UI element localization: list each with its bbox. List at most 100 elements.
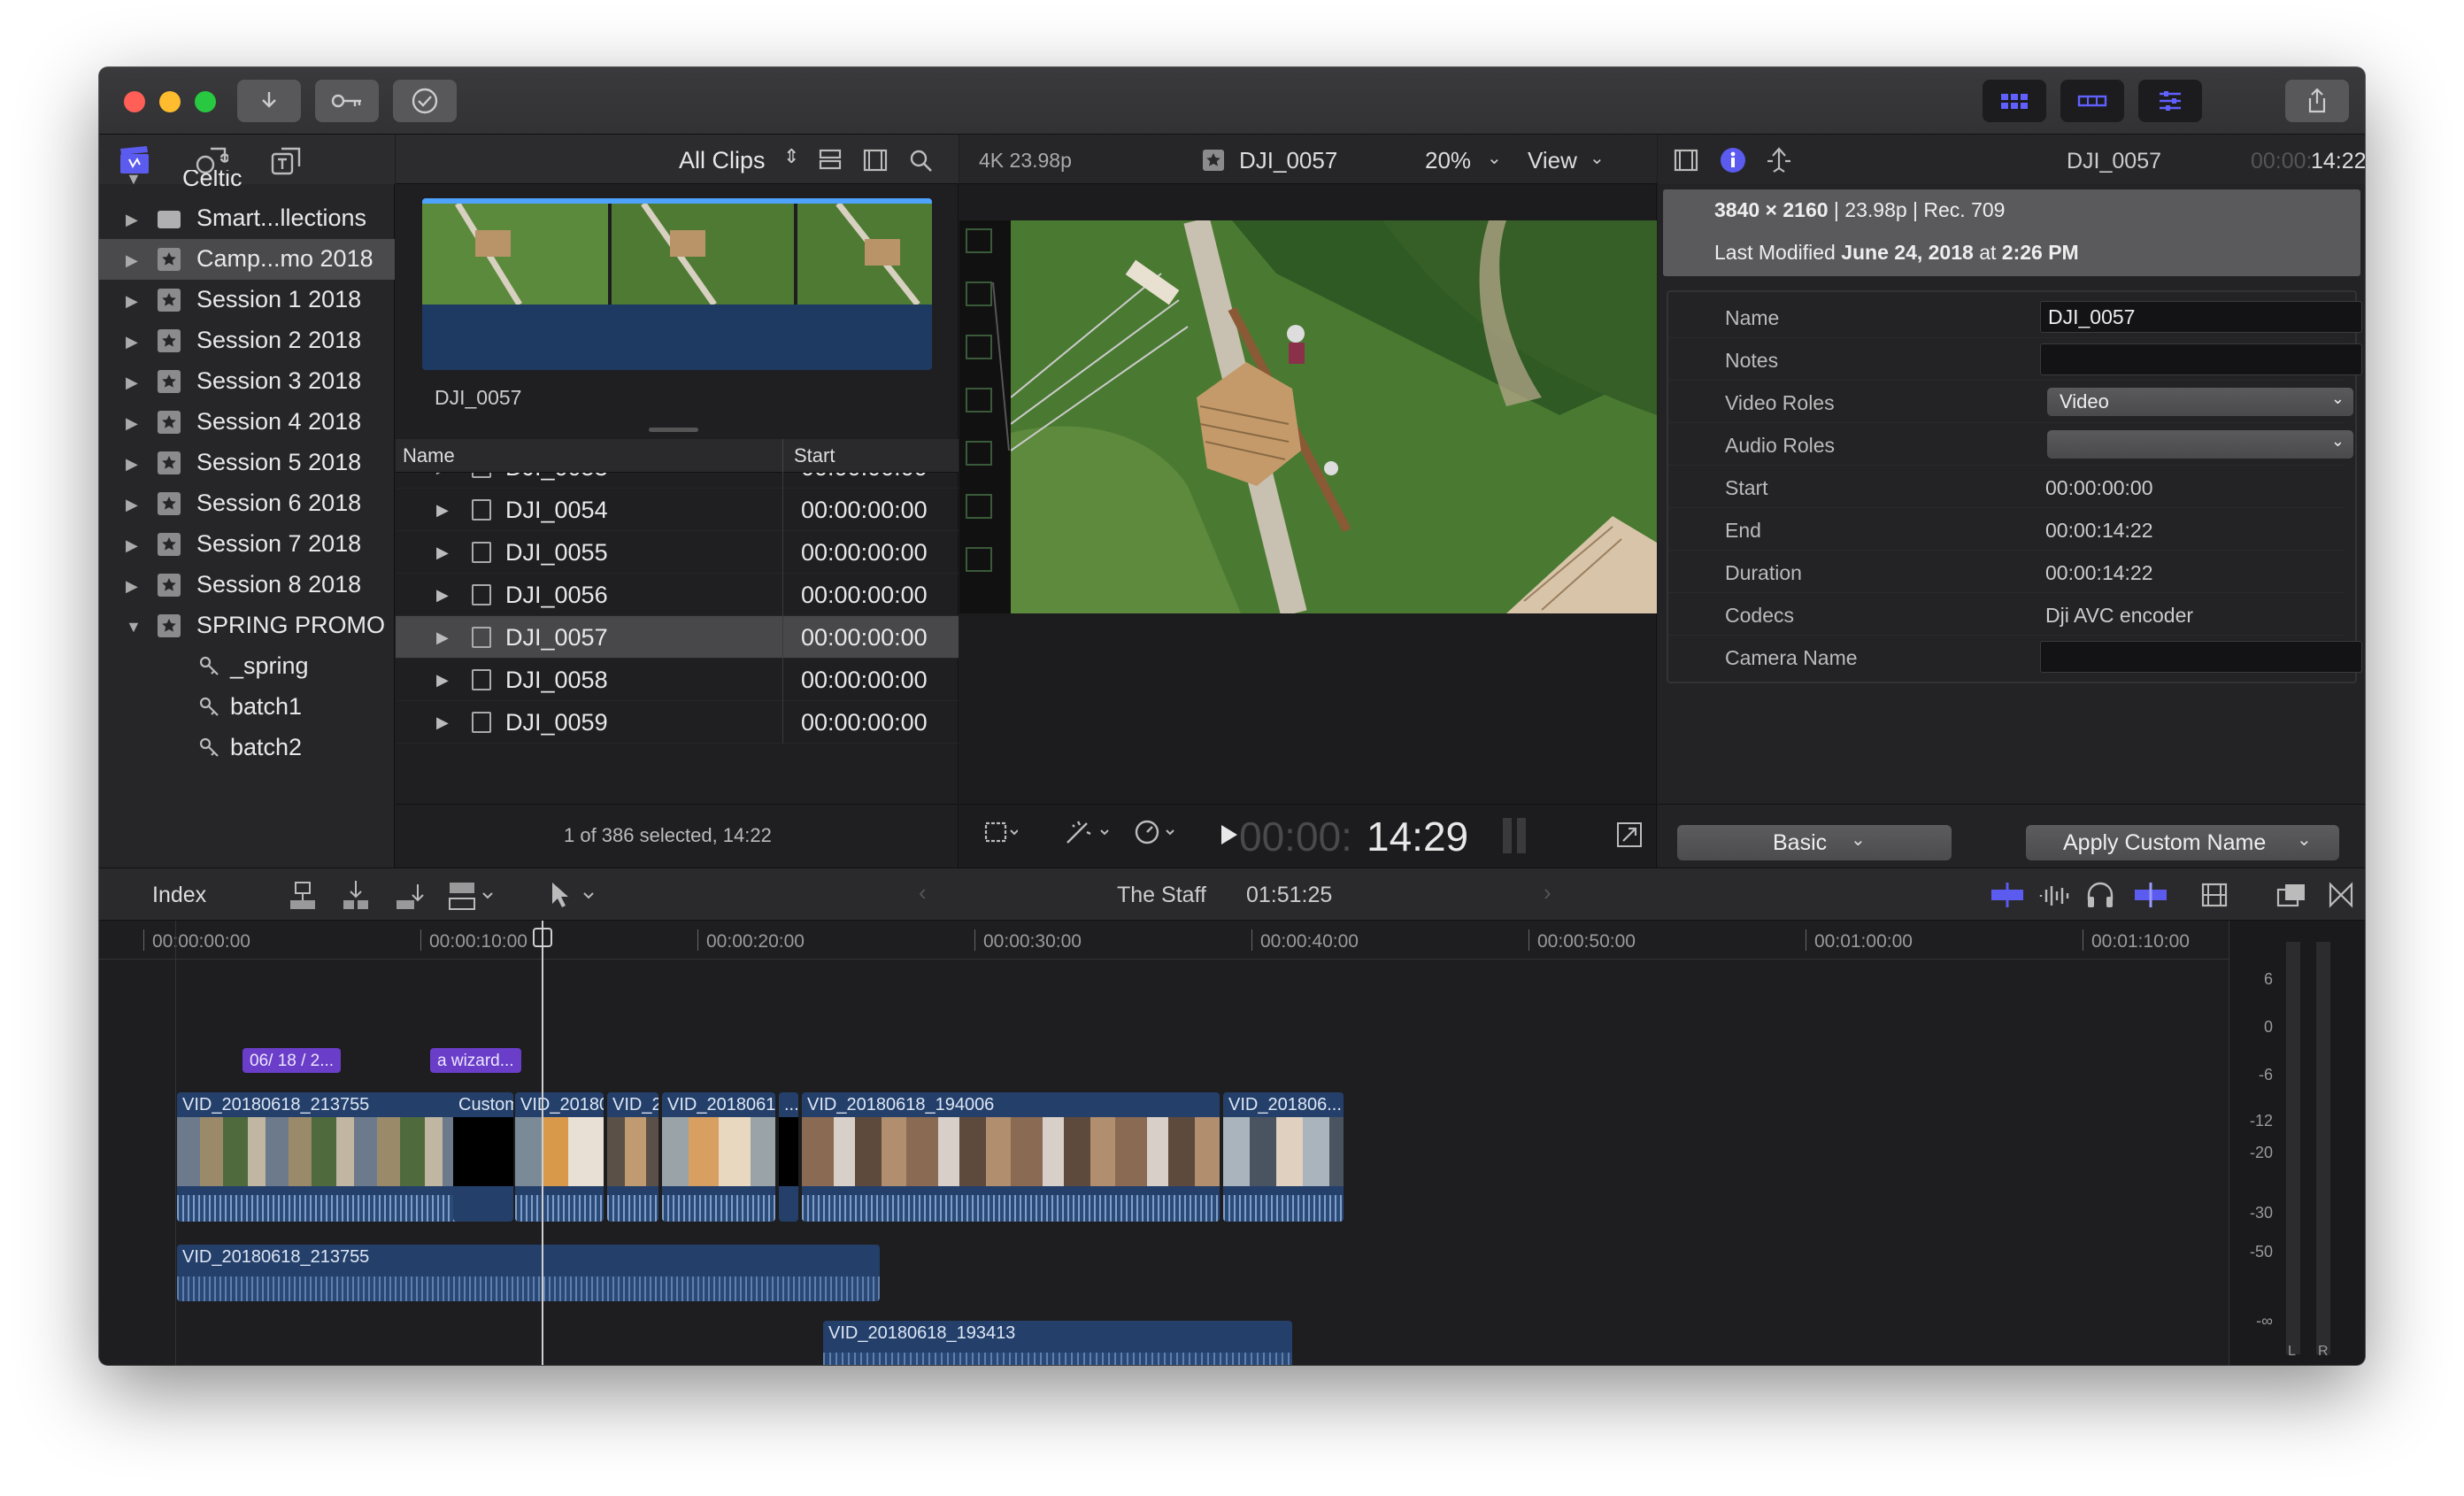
clip-appearance-icon[interactable] bbox=[1990, 881, 2025, 909]
apply-custom-name-button[interactable]: Apply Custom Name ⌄ bbox=[2026, 825, 2339, 860]
timeline-clip[interactable]: VID_201806... bbox=[1223, 1092, 1344, 1222]
filmstrip-clip[interactable] bbox=[422, 198, 932, 370]
video-roles-popup[interactable]: Video ⌄ bbox=[2047, 388, 2353, 416]
camera-name-field[interactable] bbox=[2040, 641, 2362, 673]
snapping-icon[interactable] bbox=[2133, 881, 2168, 909]
playhead[interactable] bbox=[542, 921, 543, 1365]
chevron-right-icon[interactable]: › bbox=[1544, 879, 1552, 906]
timeline-layout-button[interactable] bbox=[2060, 80, 2124, 122]
browser-layout-button[interactable] bbox=[1983, 80, 2046, 122]
timeline-clip[interactable]: Custom bbox=[453, 1092, 513, 1222]
library-item[interactable]: ▶ Session 6 2018 bbox=[99, 483, 395, 524]
select-tool-icon[interactable] bbox=[547, 879, 600, 911]
play-icon[interactable] bbox=[1218, 823, 1239, 846]
disclosure-right-icon[interactable]: ▶ bbox=[126, 374, 138, 392]
timeline[interactable]: 00:00:00:00 00:00:10:00 00:00:20:00 00:00:3… bbox=[99, 921, 2365, 1365]
clip-appearance-menu-icon[interactable] bbox=[2200, 881, 2229, 909]
disclosure-right-icon[interactable]: ▶ bbox=[126, 251, 138, 270]
retime-icon[interactable] bbox=[1133, 818, 1182, 846]
fullscreen-icon[interactable] bbox=[1616, 821, 1643, 848]
disclosure-icon[interactable]: ▶ bbox=[436, 628, 449, 647]
disclosure-right-icon[interactable]: ▶ bbox=[126, 536, 138, 555]
list-item[interactable]: ▶ DJI_0054 00:00:00:00 bbox=[396, 489, 959, 531]
library-item[interactable]: ▶ Smart...llections bbox=[99, 198, 395, 239]
list-item[interactable]: ▶ DJI_0055 00:00:00:00 bbox=[396, 531, 959, 574]
disclosure-icon[interactable]: ▶ bbox=[436, 544, 449, 562]
connect-clip-icon[interactable] bbox=[287, 879, 319, 911]
list-item[interactable]: ▶ DJI_0056 00:00:00:00 bbox=[396, 574, 959, 616]
library-item[interactable]: ▶ Session 2 2018 bbox=[99, 320, 395, 361]
disclosure-down-icon[interactable]: ▼ bbox=[126, 618, 142, 636]
connected-audio-clip-2[interactable]: VID_20180618_193413 bbox=[823, 1321, 1292, 1365]
import-button[interactable] bbox=[237, 80, 301, 122]
view-menu[interactable]: View bbox=[1528, 147, 1577, 174]
minimize-button[interactable] bbox=[159, 91, 181, 112]
background-tasks-button[interactable] bbox=[393, 80, 457, 122]
disclosure-right-icon[interactable]: ▶ bbox=[126, 211, 138, 229]
library-item[interactable]: ▶ Session 3 2018 bbox=[99, 361, 395, 402]
disclosure-icon[interactable]: ▶ bbox=[436, 473, 449, 477]
library-item[interactable]: ▶ Session 7 2018 bbox=[99, 524, 395, 565]
playhead-handle[interactable] bbox=[533, 928, 552, 947]
timeline-ruler[interactable]: 00:00:00:00 00:00:10:00 00:00:20:00 00:00:3… bbox=[99, 921, 2365, 960]
timeline-clip[interactable]: VID_20180618_213755 bbox=[177, 1092, 474, 1222]
timeline-clip[interactable]: ... bbox=[779, 1092, 798, 1222]
list-item[interactable]: ▶ DJI_0053 00:00:00:00 bbox=[396, 473, 959, 489]
keywords-button[interactable] bbox=[315, 80, 379, 122]
insert-clip-icon[interactable] bbox=[340, 879, 372, 911]
disclosure-icon[interactable]: ▶ bbox=[436, 501, 449, 520]
share-inspector-icon[interactable] bbox=[1764, 147, 1794, 174]
zoom-button[interactable] bbox=[195, 91, 216, 112]
disclosure-right-icon[interactable]: ▶ bbox=[126, 577, 138, 596]
list-item[interactable]: ▶ DJI_0057 00:00:00:00 bbox=[396, 616, 959, 659]
zoom-menu[interactable]: 20% bbox=[1425, 147, 1471, 174]
filmstrip-icon[interactable] bbox=[863, 149, 888, 172]
enhancements-icon[interactable] bbox=[1064, 818, 1113, 846]
disclosure-icon[interactable]: ▶ bbox=[436, 586, 449, 605]
clip-filter-menu[interactable]: All Clips bbox=[679, 147, 766, 174]
disclosure-icon[interactable]: ▶ bbox=[436, 713, 449, 732]
headphones-icon[interactable] bbox=[2085, 881, 2115, 909]
library-celtic[interactable]: ▼ Celtic bbox=[99, 170, 395, 198]
audio-roles-popup[interactable]: ⌄ bbox=[2047, 430, 2353, 459]
audio-skimming-icon[interactable] bbox=[2037, 881, 2073, 909]
overwrite-clip-icon[interactable] bbox=[446, 879, 499, 911]
library-item[interactable]: ▶ Camp...mo 2018 bbox=[99, 239, 395, 280]
timeline-clip[interactable]: VID_20180618_1... bbox=[515, 1092, 604, 1222]
disclosure-right-icon[interactable]: ▶ bbox=[126, 292, 138, 311]
list-view-icon[interactable] bbox=[819, 149, 842, 172]
metadata-view-menu[interactable]: Basic ⌄ bbox=[1677, 825, 1952, 860]
library-item[interactable]: ▶ Session 5 2018 bbox=[99, 443, 395, 483]
search-icon[interactable] bbox=[909, 149, 934, 174]
inspector-layout-button[interactable] bbox=[2138, 80, 2202, 122]
connected-audio-clip-1[interactable]: VID_20180618_213755 bbox=[177, 1245, 880, 1301]
library-item[interactable]: ▶ Session 4 2018 bbox=[99, 402, 395, 443]
close-button[interactable] bbox=[124, 91, 145, 112]
timeline-clip[interactable]: VID_201... bbox=[607, 1092, 658, 1222]
timecode-display[interactable]: 14:29 bbox=[1367, 813, 1468, 860]
list-item[interactable]: ▶ DJI_0058 00:00:00:00 bbox=[396, 659, 959, 701]
column-name[interactable]: Name bbox=[403, 444, 455, 467]
transitions-browser-icon[interactable] bbox=[2328, 881, 2354, 909]
chevron-left-icon[interactable]: ‹ bbox=[919, 879, 927, 906]
disclosure-down-icon[interactable]: ▼ bbox=[126, 170, 142, 189]
keyword-collection-item[interactable]: batch1 bbox=[99, 687, 395, 728]
list-item[interactable]: ▶ DJI_0059 00:00:00:00 bbox=[396, 701, 959, 744]
library-item[interactable]: ▶ Session 1 2018 bbox=[99, 280, 395, 320]
marker-1[interactable]: 06/ 18 / 2... bbox=[243, 1048, 342, 1073]
disclosure-right-icon[interactable]: ▶ bbox=[126, 496, 138, 514]
effects-browser-icon[interactable] bbox=[2276, 881, 2306, 909]
info-icon[interactable] bbox=[1720, 147, 1746, 174]
keyword-collection-item[interactable]: batch2 bbox=[99, 728, 395, 768]
disclosure-right-icon[interactable]: ▶ bbox=[126, 333, 138, 351]
share-button[interactable] bbox=[2285, 80, 2349, 122]
disclosure-right-icon[interactable]: ▶ bbox=[126, 455, 138, 474]
library-item[interactable]: ▶ Session 8 2018 bbox=[99, 565, 395, 605]
notes-field[interactable] bbox=[2040, 343, 2362, 375]
timeline-clip[interactable]: VID_20180618_194006 bbox=[802, 1092, 1220, 1222]
name-field[interactable]: DJI_0057 bbox=[2040, 301, 2362, 333]
library-item[interactable]: ▼ SPRING PROMO bbox=[99, 605, 395, 646]
marker-2[interactable]: a wizard... bbox=[430, 1048, 521, 1073]
keyword-collection-item[interactable]: _spring bbox=[99, 646, 395, 687]
column-start[interactable]: Start bbox=[794, 444, 835, 467]
